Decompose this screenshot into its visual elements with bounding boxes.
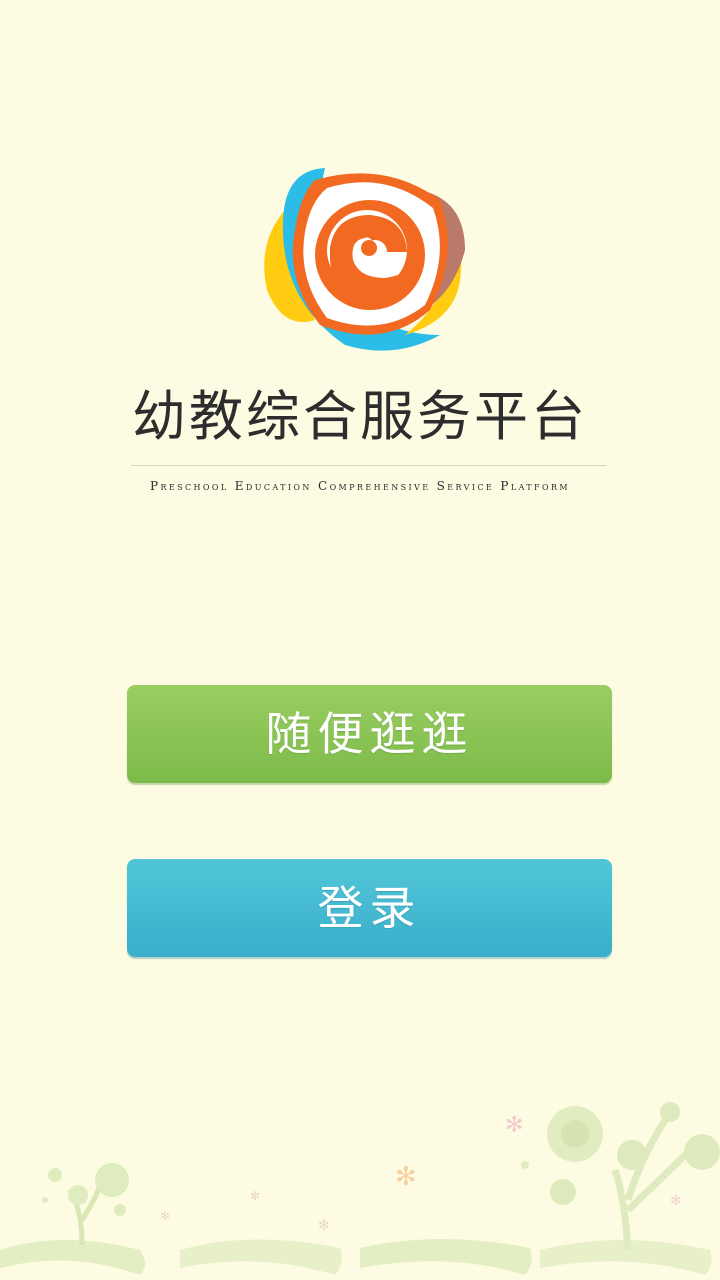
browse-button[interactable]: 随便逛逛 [127,685,612,783]
svg-text:✻: ✻ [395,1162,417,1192]
tree-decoration-icon: ✻ ✻ ✻ ✻ ✻ ✻ [0,1102,720,1275]
title-divider [131,465,606,466]
svg-text:✻: ✻ [250,1189,260,1203]
svg-text:✻: ✻ [670,1193,682,1209]
svg-text:✻: ✻ [505,1113,523,1138]
app-title: 幼教综合服务平台 [132,385,588,448]
svg-text:✻: ✻ [160,1209,170,1223]
svg-text:✻: ✻ [318,1218,330,1234]
app-subtitle: Preschool Education Comprehensive Servic… [150,479,570,493]
app-logo-icon [264,168,465,351]
login-button[interactable]: 登录 [127,859,612,957]
